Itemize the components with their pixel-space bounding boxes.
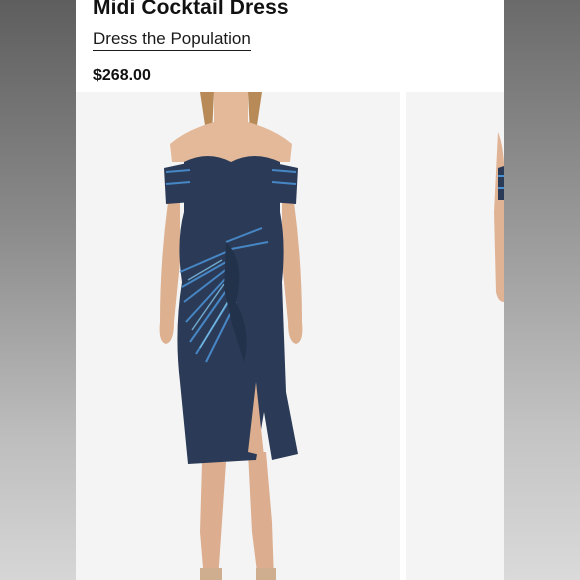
image-gallery[interactable] [76, 92, 504, 580]
dress-photo-partial [494, 132, 504, 302]
dress-photo-front [159, 92, 303, 580]
product-title: Midi Cocktail Dress [93, 0, 289, 19]
product-page: Midi Cocktail Dress Dress the Population… [76, 0, 504, 580]
backdrop-right [504, 0, 580, 580]
product-image-next[interactable] [406, 92, 504, 580]
product-price: $268.00 [93, 67, 151, 84]
product-image-main[interactable] [76, 92, 400, 580]
brand-link[interactable]: Dress the Population [93, 29, 251, 51]
backdrop-left [0, 0, 76, 580]
